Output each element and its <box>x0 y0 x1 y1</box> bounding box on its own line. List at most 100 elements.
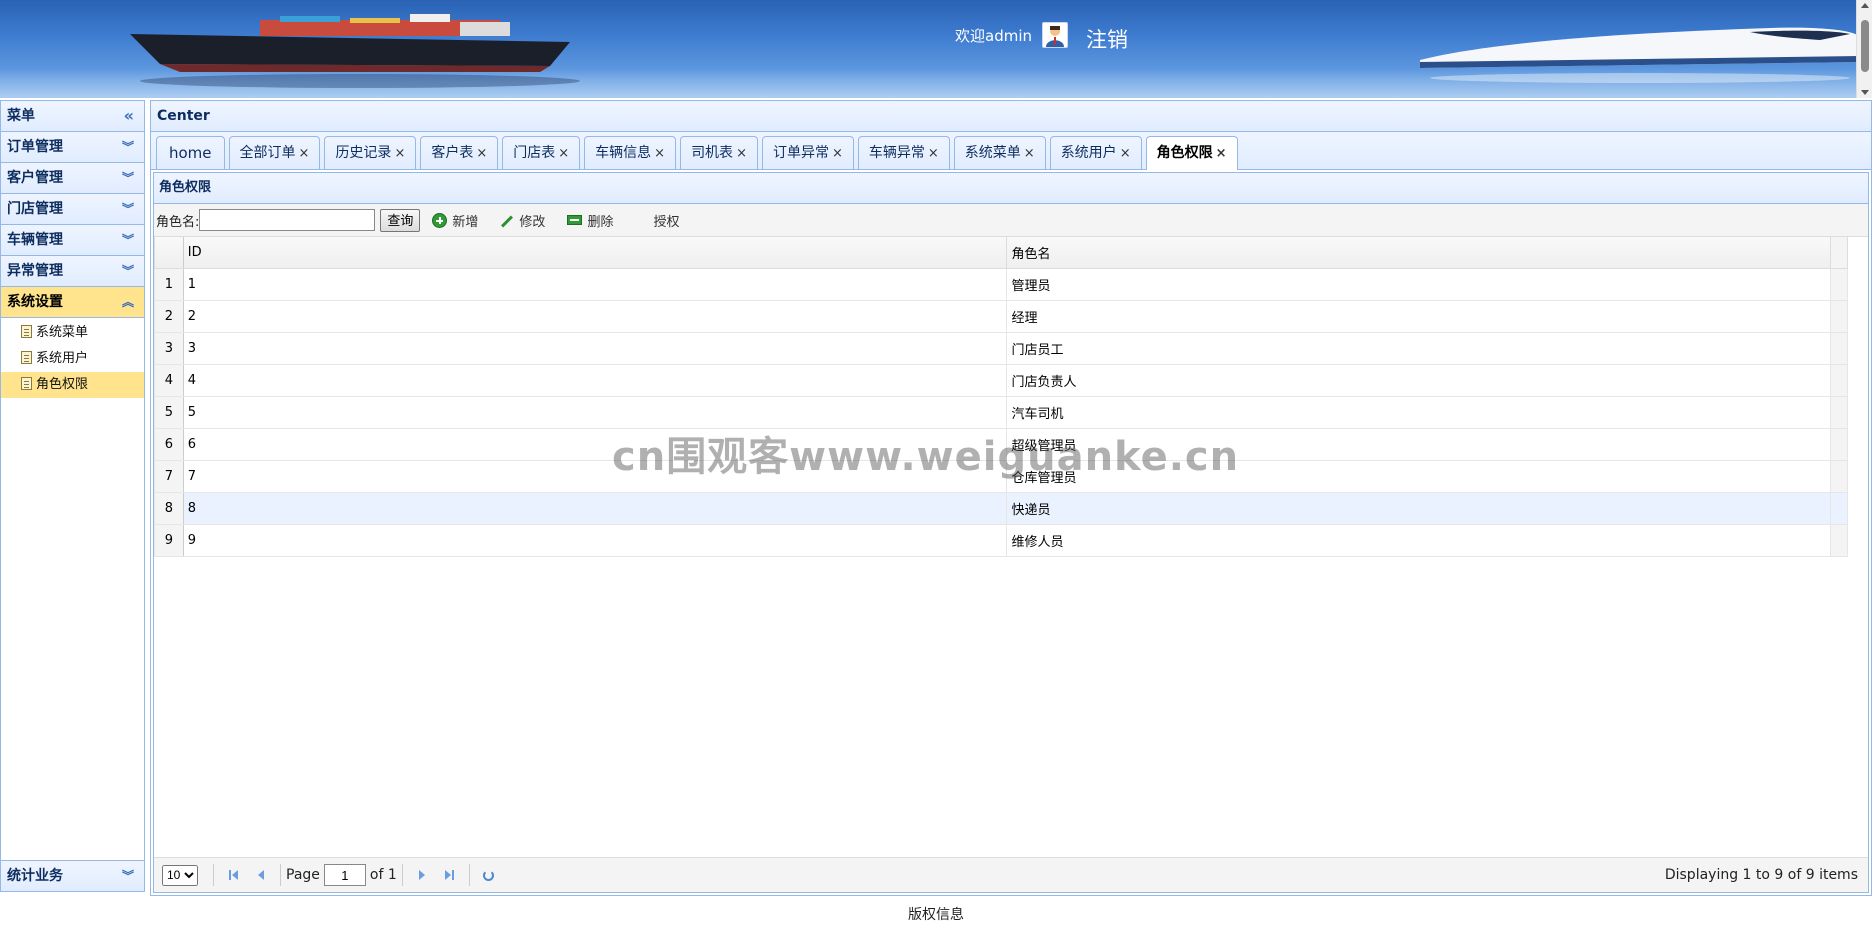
row-scroll-gap <box>1830 395 1848 429</box>
refresh-icon[interactable] <box>479 865 499 885</box>
page-scrollbar[interactable] <box>1856 0 1872 98</box>
sidebar-section-customers[interactable]: 客户管理 ︾ <box>1 163 144 194</box>
tab-drivers[interactable]: 司机表 × <box>680 136 758 169</box>
column-header-id[interactable]: ID <box>182 237 1008 269</box>
tab-label: 订单异常 <box>772 145 829 161</box>
close-tab-icon[interactable]: × <box>1216 146 1227 161</box>
table-row[interactable]: 5 5 汽车司机 <box>154 395 1848 429</box>
pagination-bar: 10 Page of 1 Displaying 1 to 9 of 9 item… <box>154 857 1868 892</box>
tab-vehicle-info[interactable]: 车辆信息 × <box>584 136 677 169</box>
section-label: 系统设置 <box>7 294 63 310</box>
prev-page-icon[interactable] <box>251 865 271 885</box>
train-image <box>1420 27 1860 83</box>
ship-image <box>130 14 580 88</box>
page-size-select[interactable]: 10 <box>162 864 198 886</box>
expand-chevron-icon[interactable]: ︾ <box>122 256 134 286</box>
expand-chevron-icon[interactable]: ︾ <box>122 194 134 224</box>
tab-role-permissions[interactable]: 角色权限 × <box>1145 136 1238 170</box>
tab-label: 系统菜单 <box>964 145 1021 161</box>
delete-button[interactable]: 删除 <box>567 211 613 230</box>
expand-chevron-icon[interactable]: ︾ <box>122 861 134 891</box>
tab-history[interactable]: 历史记录 × <box>324 136 417 169</box>
column-header-role-name[interactable]: 角色名 <box>1006 237 1832 269</box>
table-header-row: ID 角色名 <box>154 237 1848 269</box>
role-name-search-input[interactable] <box>199 209 376 231</box>
table-row[interactable]: 1 1 管理员 <box>154 267 1848 301</box>
cell-id: 4 <box>182 363 1008 397</box>
tab-label: 系统用户 <box>1060 145 1117 161</box>
sidebar-item-role-permissions[interactable]: 角色权限 <box>1 372 144 398</box>
expand-chevron-icon[interactable]: ︾ <box>122 163 134 193</box>
edit-button[interactable]: 修改 <box>500 211 545 230</box>
row-scroll-gap <box>1830 523 1848 557</box>
row-number: 9 <box>154 523 184 557</box>
tab-vehicle-exceptions[interactable]: 车辆异常 × <box>857 136 950 169</box>
collapse-sidebar-icon[interactable]: « <box>124 101 134 131</box>
table-row[interactable]: 2 2 经理 <box>154 299 1848 333</box>
expand-chevron-icon[interactable]: ︾ <box>122 132 134 162</box>
close-tab-icon[interactable]: × <box>299 146 310 161</box>
cell-role-name: 汽车司机 <box>1006 395 1832 429</box>
sidebar-section-stores[interactable]: 门店管理 ︾ <box>1 194 144 225</box>
cell-role-name: 门店负责人 <box>1006 363 1832 397</box>
sidebar-section-statistics[interactable]: 统计业务 ︾ <box>1 860 144 891</box>
table-row[interactable]: 4 4 门店负责人 <box>154 363 1848 397</box>
close-tab-icon[interactable]: × <box>1024 146 1035 161</box>
row-number: 5 <box>154 395 184 429</box>
cell-id: 6 <box>182 427 1008 461</box>
tab-order-exceptions[interactable]: 订单异常 × <box>761 136 854 169</box>
first-page-icon[interactable] <box>223 865 243 885</box>
document-icon <box>21 351 32 364</box>
collapse-chevron-icon[interactable]: ︽ <box>122 287 134 317</box>
tab-system-users[interactable]: 系统用户 × <box>1049 136 1142 169</box>
next-page-icon[interactable] <box>412 865 432 885</box>
row-scroll-gap <box>1830 267 1848 301</box>
table-row[interactable]: 3 3 门店员工 <box>154 331 1848 365</box>
section-label: 订单管理 <box>7 139 63 155</box>
sidebar-item-system-users[interactable]: 系统用户 <box>1 346 144 372</box>
close-tab-icon[interactable]: × <box>1120 146 1131 161</box>
sidebar-item-system-menu[interactable]: 系统菜单 <box>1 320 144 346</box>
table-row-highlighted[interactable]: 8 8 快递员 <box>154 491 1848 525</box>
pencil-icon <box>501 214 514 228</box>
tab-system-menu[interactable]: 系统菜单 × <box>953 136 1046 169</box>
tab-customers[interactable]: 客户表 × <box>420 136 499 169</box>
last-page-icon[interactable] <box>440 865 460 885</box>
scroll-down-arrow-icon[interactable] <box>1861 90 1869 95</box>
sidebar-section-orders[interactable]: 订单管理 ︾ <box>1 132 144 163</box>
close-tab-icon[interactable]: × <box>736 146 747 161</box>
tab-stores[interactable]: 门店表 × <box>502 136 581 169</box>
expand-chevron-icon[interactable]: ︾ <box>122 225 134 255</box>
grant-button[interactable]: 授权 <box>653 211 679 230</box>
pager-separator <box>213 864 214 886</box>
scroll-up-arrow-icon[interactable] <box>1861 3 1869 8</box>
tab-home[interactable]: home <box>156 136 225 169</box>
row-scroll-gap <box>1830 427 1848 461</box>
tab-label: 角色权限 <box>1156 145 1213 161</box>
tab-label: 全部订单 <box>239 145 296 161</box>
sidebar-section-system-settings[interactable]: 系统设置 ︽ <box>1 287 144 318</box>
add-button[interactable]: 新增 <box>432 211 478 230</box>
tab-all-orders[interactable]: 全部订单 × <box>228 136 321 169</box>
page-number-input[interactable] <box>323 864 366 886</box>
sidebar: 菜单 « 订单管理 ︾ 客户管理 ︾ 门店管理 ︾ 车辆管理 ︾ 异常管理 ︾ … <box>0 100 145 892</box>
role-permissions-panel: 角色权限 角色名: 查询 新增 修改 删除 授权 ID 角色名 1 1 管理员 … <box>153 172 1869 893</box>
toolbar: 角色名: 查询 新增 修改 删除 授权 <box>154 204 1868 237</box>
sidebar-section-exceptions[interactable]: 异常管理 ︾ <box>1 256 144 287</box>
table-row[interactable]: 7 7 仓库管理员 <box>154 459 1848 493</box>
table-row[interactable]: 6 6 超级管理员 <box>154 427 1848 461</box>
close-tab-icon[interactable]: × <box>928 146 939 161</box>
scrollbar-thumb[interactable] <box>1861 20 1869 72</box>
close-tab-icon[interactable]: × <box>394 146 405 161</box>
close-tab-icon[interactable]: × <box>476 146 487 161</box>
row-number-header <box>154 237 184 269</box>
query-button[interactable]: 查询 <box>380 208 421 232</box>
logout-link[interactable]: 注销 <box>1086 24 1128 54</box>
close-tab-icon[interactable]: × <box>832 146 843 161</box>
close-tab-icon[interactable]: × <box>558 146 569 161</box>
table-row[interactable]: 9 9 维修人员 <box>154 523 1848 557</box>
close-tab-icon[interactable]: × <box>654 146 665 161</box>
sidebar-section-vehicles[interactable]: 车辆管理 ︾ <box>1 225 144 256</box>
row-number: 7 <box>154 459 184 493</box>
document-icon <box>21 325 32 338</box>
